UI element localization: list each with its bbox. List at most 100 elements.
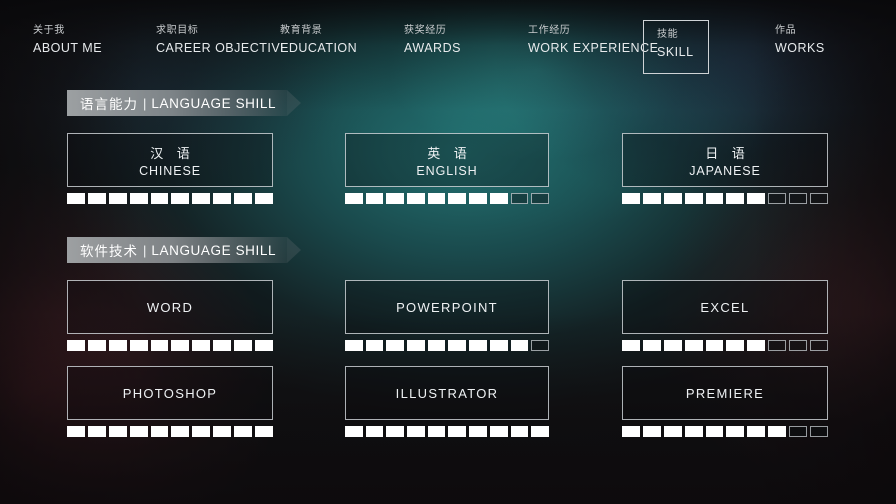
rating-segment-filled [255,340,273,351]
skill-card-body: EXCEL [622,280,828,334]
rating-segment-filled [213,426,232,437]
rating-segment-filled [108,340,127,351]
rating-segment-filled [255,193,273,204]
rating-segment-filled [87,426,106,437]
rating-segment-filled [622,426,640,437]
rating-segment-filled [108,426,127,437]
rating-segment-filled [768,426,787,437]
skill-rating-meter [67,426,273,437]
rating-segment-filled [427,426,446,437]
rating-segment-filled [192,426,211,437]
skill-card-word[interactable]: WORD [67,280,273,351]
nav-item-label-en: EDUCATION [280,40,358,55]
section-header-banner: 语言能力 | LANGUAGE SHILL [67,90,301,116]
nav-item-label-en: CAREER OBJECTIVE [156,40,290,55]
rating-segment-filled [684,340,703,351]
nav-item-label-en: ABOUT ME [33,40,103,55]
rating-segment-empty [768,340,787,351]
skill-card-chinese[interactable]: 汉 语 CHINESE [67,133,273,204]
skill-rating-meter [345,193,549,204]
rating-segment-filled [663,193,682,204]
rating-segment-empty [510,193,529,204]
nav-item-label-en: WORK EXPERIENCE [528,40,659,55]
skill-label-en: WORD [146,299,194,315]
skill-rating-meter [345,340,549,351]
skill-card-photoshop[interactable]: PHOTOSHOP [67,366,273,437]
rating-segment-filled [386,340,405,351]
skill-card-body: 日 语 JAPANESE [622,133,828,187]
nav-item-about-me[interactable]: 关于我 ABOUT ME [25,22,110,61]
rating-segment-filled [87,340,106,351]
rating-segment-empty [531,340,549,351]
section-title-en: LANGUAGE SHILL [151,95,277,111]
rating-segment-filled [345,426,363,437]
nav-item-label-cn: 获奖经历 [404,25,447,36]
rating-segment-filled [192,193,211,204]
rating-segment-filled [234,340,253,351]
skill-rating-meter [345,426,549,437]
rating-segment-filled [407,340,425,351]
rating-segment-empty [810,426,828,437]
rating-segment-filled [407,426,425,437]
rating-segment-filled [427,193,446,204]
skill-label-en: PREMIERE [685,385,765,401]
nav-item-label-en: SKILL [657,44,694,59]
rating-segment-filled [234,426,253,437]
rating-segment-filled [171,193,190,204]
rating-segment-filled [365,340,384,351]
skill-rating-meter [622,340,828,351]
section-title-separator: | [143,242,147,258]
skill-label-en: ENGLISH [416,163,478,178]
rating-segment-empty [789,340,808,351]
skill-rating-meter [622,193,828,204]
skill-card-powerpoint[interactable]: POWERPOINT [345,280,549,351]
skill-card-english[interactable]: 英 语 ENGLISH [345,133,549,204]
skill-card-body: ILLUSTRATOR [345,366,549,420]
skill-card-excel[interactable]: EXCEL [622,280,828,351]
rating-segment-empty [768,193,787,204]
skill-card-illustrator[interactable]: ILLUSTRATOR [345,366,549,437]
skill-card-body: 英 语 ENGLISH [345,133,549,187]
skill-rating-meter [67,340,273,351]
rating-segment-filled [67,426,85,437]
rating-segment-filled [365,193,384,204]
skill-label-cn: 英 语 [427,145,472,161]
nav-item-label-cn: 工作经历 [528,25,571,36]
rating-segment-filled [108,193,127,204]
skill-card-japanese[interactable]: 日 语 JAPANESE [622,133,828,204]
rating-segment-filled [345,340,363,351]
nav-item-label-cn: 技能 [657,29,679,40]
skill-card-premiere[interactable]: PREMIERE [622,366,828,437]
skill-card-body: PHOTOSHOP [67,366,273,420]
rating-segment-filled [622,193,640,204]
rating-segment-filled [129,193,148,204]
rating-segment-filled [726,340,745,351]
rating-segment-filled [622,340,640,351]
rating-segment-filled [747,426,766,437]
top-navigation: 关于我 ABOUT ME 求职目标 CAREER OBJECTIVE 教育背景 EDUCA… [0,0,896,86]
rating-segment-filled [448,193,467,204]
skill-card-body: POWERPOINT [345,280,549,334]
skill-label-cn: 汉 语 [150,145,195,161]
nav-item-works[interactable]: 作品 WORKS [767,22,833,61]
skill-card-body: 汉 语 CHINESE [67,133,273,187]
rating-segment-filled [171,426,190,437]
nav-item-skill[interactable]: 技能 SKILL [643,20,709,74]
rating-segment-filled [448,426,467,437]
section-header-1: 软件技术 | LANGUAGE SHILL [67,237,301,263]
rating-segment-filled [705,426,724,437]
skill-label-cn: 日 语 [705,145,750,161]
skill-rating-meter [67,193,273,204]
nav-item-label-cn: 关于我 [33,25,65,36]
rating-segment-filled [726,426,745,437]
section-title-cn: 软件技术 [80,244,138,259]
rating-segment-filled [407,193,425,204]
rating-segment-empty [810,340,828,351]
nav-item-awards[interactable]: 获奖经历 AWARDS [396,22,469,61]
section-title-separator: | [143,95,147,111]
rating-segment-filled [705,340,724,351]
nav-item-education[interactable]: 教育背景 EDUCATION [272,22,365,61]
rating-segment-filled [747,193,766,204]
rating-segment-filled [67,193,85,204]
rating-segment-filled [663,426,682,437]
